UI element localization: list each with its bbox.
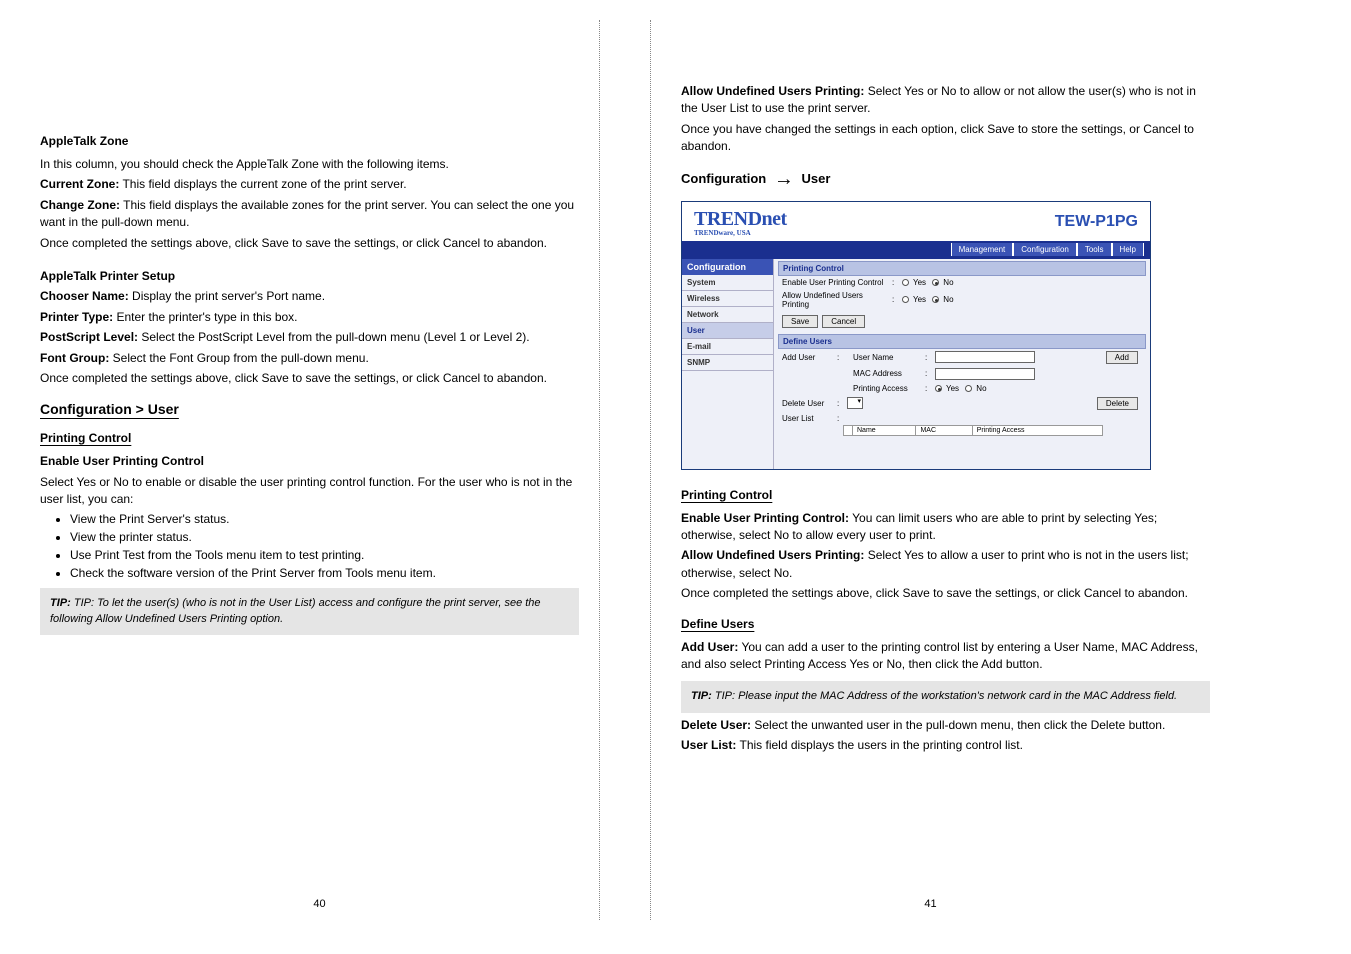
radio-allow-yes[interactable] [902, 296, 909, 303]
font-group: Font Group: Select the Font Group from t… [40, 350, 579, 367]
save-button[interactable]: Save [782, 315, 818, 328]
nav-help[interactable]: Help [1112, 243, 1144, 256]
ss-mac-row: MAC Address: [778, 366, 1146, 382]
page-right: Allow Undefined Users Printing: Select Y… [650, 20, 1210, 920]
chooser-name: Chooser Name: Display the print server's… [40, 288, 579, 305]
model-label: TEW-P1PG [1055, 213, 1138, 231]
printing-control-head-right: Printing Control [681, 488, 1210, 502]
enable-user-printing-text-left: Select Yes or No to enable or disable th… [40, 474, 579, 509]
printing-control-options: View the Print Server's status. View the… [70, 512, 579, 580]
sidebar-item-email[interactable]: E-mail [682, 339, 773, 355]
table-col-pa: Printing Access [972, 425, 1102, 435]
opt-2: View the printer status. [70, 530, 579, 544]
postscript-level: PostScript Level: Select the PostScript … [40, 329, 579, 346]
radio-enable-yes[interactable] [902, 279, 909, 286]
ss-printing-control-head: Printing Control [778, 261, 1146, 276]
config-user-screenshot: TRENDnet TRENDware, USA TEW-P1PG Managem… [681, 201, 1151, 470]
nav-tools[interactable]: Tools [1077, 243, 1112, 256]
nav-configuration[interactable]: Configuration [1013, 243, 1077, 256]
opt-4: Check the software version of the Print … [70, 566, 579, 580]
tip-box-right: TIP: TIP: Please input the MAC Address o… [681, 681, 1210, 712]
ss-row-allow: Allow Undefined Users Printing: Yes No [778, 289, 1146, 311]
printer-type: Printer Type: Enter the printer's type i… [40, 309, 579, 326]
radio-allow-no[interactable] [932, 296, 939, 303]
add-button[interactable]: Add [1106, 351, 1138, 364]
user-list-text: User List: This field displays the users… [681, 737, 1210, 754]
opt-3: Use Print Test from the Tools menu item … [70, 548, 579, 562]
sidebar-item-user[interactable]: User [682, 323, 773, 339]
delete-user-select[interactable] [847, 397, 863, 409]
ss-user-list-row: User List: [778, 412, 1146, 425]
save-cancel-right: Once completed the settings above, click… [681, 585, 1210, 602]
section-configuration-user: Configuration > User [40, 401, 579, 417]
define-users-head: Define Users [681, 617, 1210, 631]
ss-header: TRENDnet TRENDware, USA TEW-P1PG [682, 202, 1150, 241]
apple-zone-save: Once completed the settings above, click… [40, 235, 579, 252]
table-col-name: Name [853, 425, 916, 435]
breadcrumb-arrow: Configuration → User [681, 168, 1210, 191]
enable-user-printing-left: Enable User Printing Control [40, 453, 579, 470]
ss-row-enable: Enable User Printing Control: Yes No [778, 276, 1146, 289]
ss-main: Printing Control Enable User Printing Co… [774, 259, 1150, 469]
printer-setup-head: AppleTalk Printer Setup [40, 268, 579, 285]
tip-box-left: TIP: TIP: To let the user(s) (who is not… [40, 588, 579, 635]
radio-pa-yes[interactable] [935, 385, 942, 392]
opt-1: View the Print Server's status. [70, 512, 579, 526]
brand-logo: TRENDnet TRENDware, USA [694, 208, 787, 237]
add-user-text: Add User: You can add a user to the prin… [681, 639, 1210, 674]
user-list-table: Name MAC Printing Access [843, 425, 1103, 436]
table-col-mac: MAC [916, 425, 972, 435]
radio-pa-no[interactable] [965, 385, 972, 392]
ss-define-users-head: Define Users [778, 334, 1146, 349]
page-number-right: 41 [924, 898, 936, 910]
ss-top-nav: Management Configuration Tools Help [682, 241, 1150, 259]
sidebar-item-system[interactable]: System [682, 275, 773, 291]
change-zone: Change Zone: This field displays the ava… [40, 197, 579, 232]
radio-enable-no[interactable] [932, 279, 939, 286]
current-zone: Current Zone: This field displays the cu… [40, 176, 579, 193]
sidebar-head: Configuration [682, 259, 773, 275]
sidebar-item-network[interactable]: Network [682, 307, 773, 323]
appletalk-zone-intro: In this column, you should check the App… [40, 156, 579, 173]
ss-sidebar: Configuration System Wireless Network Us… [682, 259, 774, 469]
ss-add-user-row: Add User: User Name: Add [778, 349, 1146, 366]
sidebar-item-wireless[interactable]: Wireless [682, 291, 773, 307]
allow-undefined-right: Allow Undefined Users Printing: Select Y… [681, 547, 1210, 582]
page-left: AppleTalk Zone In this column, you shoul… [40, 20, 600, 920]
save-cancel-top-right: Once you have changed the settings in ea… [681, 121, 1210, 156]
appletalk-zone-head: AppleTalk Zone [40, 134, 579, 148]
ss-delete-user-row: Delete User: Delete [778, 395, 1146, 412]
delete-user-text: Delete User: Select the unwanted user in… [681, 717, 1210, 734]
printer-setup-save: Once completed the settings above, click… [40, 370, 579, 387]
enable-user-printing-right: Enable User Printing Control: You can li… [681, 510, 1210, 545]
nav-management[interactable]: Management [951, 243, 1014, 256]
sidebar-item-snmp[interactable]: SNMP [682, 355, 773, 371]
user-name-input[interactable] [935, 351, 1035, 363]
mac-address-input[interactable] [935, 368, 1035, 380]
ss-printing-access-row: Printing Access: Yes No [778, 382, 1146, 395]
printing-control-head-left: Printing Control [40, 431, 579, 445]
allow-undefined-top: Allow Undefined Users Printing: Select Y… [681, 83, 1210, 118]
page-number-left: 40 [313, 898, 325, 910]
cancel-button[interactable]: Cancel [822, 315, 865, 328]
arrow-icon: → [774, 168, 794, 190]
delete-button[interactable]: Delete [1097, 397, 1138, 410]
